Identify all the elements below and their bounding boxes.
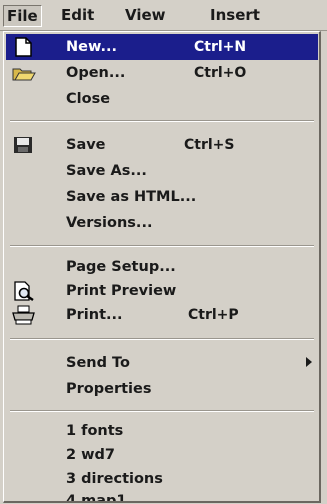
menu-item-send-to[interactable]: Send To	[6, 350, 318, 376]
submenu-arrow-icon	[306, 357, 312, 367]
menu-view[interactable]: View	[122, 5, 169, 25]
menu-item-shortcut: Ctrl+P	[188, 307, 239, 323]
menu-item-label: Open...	[66, 65, 126, 81]
menu-separator	[10, 120, 314, 122]
menu-item-label: Send To	[66, 355, 130, 371]
menu-file[interactable]: File	[3, 5, 42, 27]
menu-item-label: New...	[66, 39, 117, 55]
open-folder-icon	[12, 63, 36, 83]
menu-item-page-setup[interactable]: Page Setup...	[6, 254, 318, 280]
menu-item-properties[interactable]: Properties	[6, 376, 318, 402]
menu-item-close[interactable]: Close	[6, 86, 318, 112]
menu-item-shortcut: Ctrl+N	[194, 39, 247, 55]
menu-item-shortcut: Ctrl+O	[194, 65, 247, 81]
menu-item-label: 1 fonts	[66, 423, 124, 439]
menu-item-new[interactable]: New... Ctrl+N	[6, 34, 318, 60]
menu-item-save[interactable]: Save Ctrl+S	[6, 132, 318, 158]
menu-item-label: Save	[66, 137, 106, 153]
menu-item-print-preview[interactable]: Print Preview	[6, 278, 318, 304]
menu-item-label: 3 directions	[66, 471, 163, 487]
menu-item-recent-file[interactable]: 1 fonts	[6, 418, 318, 444]
print-preview-icon	[12, 281, 36, 301]
menu-edit[interactable]: Edit	[58, 5, 97, 25]
menu-item-save-as-html[interactable]: Save as HTML...	[6, 184, 318, 210]
menu-item-label: Print Preview	[66, 283, 177, 299]
menu-insert[interactable]: Insert	[207, 5, 263, 25]
menu-item-label: 4 map1	[66, 493, 127, 503]
menu-item-save-as[interactable]: Save As...	[6, 158, 318, 184]
menu-separator	[10, 410, 314, 412]
menu-item-label: Close	[66, 91, 111, 107]
menu-item-label: Save as HTML...	[66, 189, 197, 205]
menu-item-open[interactable]: Open... Ctrl+O	[6, 60, 318, 86]
file-menu-dropdown: New... Ctrl+N Open... Ctrl+O Close Save …	[3, 31, 321, 503]
menu-item-recent-file[interactable]: 2 wd7	[6, 442, 318, 468]
printer-icon	[12, 305, 36, 325]
menu-item-recent-file[interactable]: 4 map1	[6, 488, 318, 503]
menu-item-label: Properties	[66, 381, 152, 397]
menu-item-label: Print...	[66, 307, 123, 323]
menu-item-shortcut: Ctrl+S	[184, 137, 235, 153]
menu-item-label: Page Setup...	[66, 259, 176, 275]
menu-bar: File Edit View Insert	[0, 0, 327, 31]
menu-item-label: Save As...	[66, 163, 147, 179]
new-document-icon	[12, 37, 36, 57]
menu-item-print[interactable]: Print... Ctrl+P	[6, 302, 318, 328]
menu-item-label: 2 wd7	[66, 447, 116, 463]
menu-separator	[10, 245, 314, 247]
menu-item-label: Versions...	[66, 215, 153, 231]
menu-separator	[10, 338, 314, 340]
save-disk-icon	[12, 135, 36, 155]
menu-item-versions[interactable]: Versions...	[6, 210, 318, 236]
